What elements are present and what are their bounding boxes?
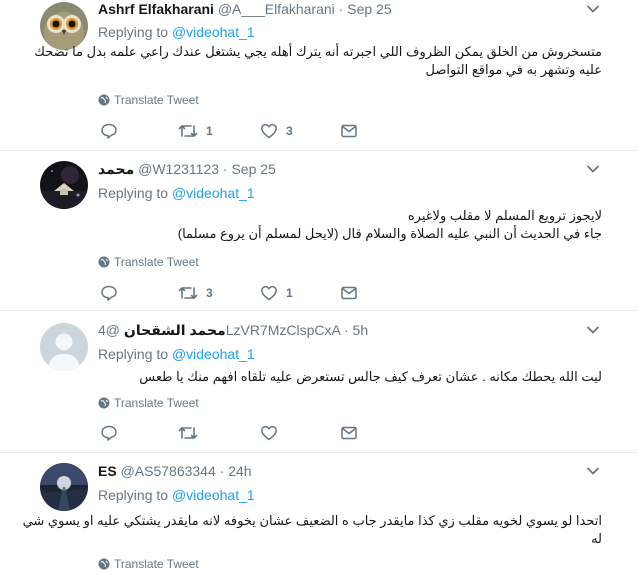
tweet-text-line: له	[591, 531, 602, 546]
timestamp[interactable]: 5h	[353, 322, 369, 338]
separator: ·	[222, 161, 228, 177]
like-button[interactable]	[260, 423, 286, 443]
tweet-header: محمد الشقحان @4LzVR7MzClspCxA · 5h	[98, 321, 368, 339]
translate-label[interactable]: Translate Tweet	[114, 556, 199, 571]
replying-label: Replying to	[98, 346, 169, 362]
tweet-text-line: متسخروش من الخلق يمكن الظروف اللي اجبرته…	[34, 44, 602, 59]
replying-to: Replying to @videohat_1	[98, 184, 255, 202]
retweet-button[interactable]: 1	[178, 121, 213, 141]
tweet[interactable]: ES @AS57863344 · 24h Replying to @videoh…	[0, 453, 638, 571]
tweet[interactable]: محمد @W1231123 · Sep 25 Replying to @vid…	[0, 151, 638, 311]
tweet-actions	[98, 423, 368, 443]
retweet-button[interactable]: 3	[178, 283, 213, 303]
translate-label[interactable]: Translate Tweet	[114, 254, 199, 270]
translate-label[interactable]: Translate Tweet	[114, 395, 199, 411]
tweet-header: محمد @W1231123 · Sep 25	[98, 160, 276, 178]
like-button[interactable]: 1	[260, 283, 293, 303]
reply-icon	[101, 285, 117, 301]
translate-tweet[interactable]: Translate Tweet	[98, 254, 199, 270]
envelope-icon	[341, 124, 357, 138]
reply-button[interactable]	[100, 283, 126, 303]
retweet-count: 1	[206, 124, 213, 138]
replying-to: Replying to @videohat_1	[98, 345, 255, 363]
like-count: 3	[286, 124, 293, 138]
night-avatar[interactable]	[40, 161, 88, 209]
reply-button[interactable]	[100, 121, 126, 141]
replying-to: Replying to @videohat_1	[98, 486, 255, 504]
replying-label: Replying to	[98, 24, 169, 40]
direct-message-button[interactable]	[340, 121, 358, 141]
display-name[interactable]: Ashrf Elfakharani	[98, 1, 214, 17]
timestamp[interactable]: 24h	[228, 463, 251, 479]
separator: ·	[219, 463, 225, 479]
like-button[interactable]: 3	[260, 121, 293, 141]
tweet-text-line: اتحدا لو يسوي لخويه مقلب زي كذا مايقدر ج…	[22, 513, 602, 528]
reply-icon	[101, 123, 117, 139]
separator: ·	[343, 322, 349, 338]
tweet-text-line: لايجوز ترويع المسلم لا مقلب ولاغيره	[407, 208, 602, 223]
translate-tweet[interactable]: Translate Tweet	[98, 556, 199, 571]
retweet-icon	[178, 125, 198, 137]
road-avatar[interactable]	[40, 463, 88, 511]
display-name[interactable]: محمد	[98, 161, 134, 177]
translate-tweet[interactable]: Translate Tweet	[98, 395, 199, 411]
timestamp[interactable]: Sep 25	[231, 161, 275, 177]
heart-icon	[261, 425, 277, 441]
retweet-icon	[178, 427, 198, 439]
reply-icon	[101, 425, 117, 441]
user-handle[interactable]: @A___Elfakharani	[218, 1, 335, 17]
tweet-actions: 1 3	[98, 121, 368, 141]
chevron-down-icon[interactable]	[584, 160, 602, 178]
tweet-text: متسخروش من الخلق يمكن الظروف اللي اجبرته…	[34, 43, 602, 79]
tweet-text: اتحدا لو يسوي لخويه مقلب زي كذا مايقدر ج…	[22, 512, 602, 548]
separator: ·	[338, 1, 344, 17]
timestamp[interactable]: Sep 25	[347, 1, 391, 17]
chevron-down-icon[interactable]	[584, 462, 602, 480]
replying-label: Replying to	[98, 487, 169, 503]
tweet[interactable]: Ashrf Elfakharani @A___Elfakharani · Sep…	[0, 0, 638, 151]
tweet-text: ليت الله يحطك مكانه . عشان تعرف كيف جالس…	[98, 368, 602, 386]
direct-message-button[interactable]	[340, 283, 358, 303]
replying-to-link[interactable]: @videohat_1	[172, 185, 255, 201]
heart-icon	[261, 123, 277, 139]
globe-icon	[98, 397, 110, 409]
replying-to-link[interactable]: @videohat_1	[172, 346, 255, 362]
user-handle[interactable]: @AS57863344	[121, 463, 216, 479]
globe-icon	[98, 256, 110, 268]
replying-to-link[interactable]: @videohat_1	[172, 24, 255, 40]
tweet-header: ES @AS57863344 · 24h	[98, 462, 252, 480]
tweet-text-line: ليت الله يحطك مكانه . عشان تعرف كيف جالس…	[139, 369, 602, 384]
display-name[interactable]: محمد الشقحان	[124, 322, 226, 338]
default-avatar[interactable]	[40, 323, 88, 371]
globe-icon	[98, 558, 110, 570]
reply-feed: Ashrf Elfakharani @A___Elfakharani · Sep…	[0, 0, 638, 571]
replying-to-link[interactable]: @videohat_1	[172, 487, 255, 503]
heart-icon	[261, 285, 277, 301]
retweet-icon	[178, 287, 198, 299]
tweet-text-line: جاء في الحديث أن النبي عليه الصلاة والسل…	[177, 226, 602, 241]
tweet-header: Ashrf Elfakharani @A___Elfakharani · Sep…	[98, 0, 392, 18]
retweet-count: 3	[206, 286, 213, 300]
tweet-text-line: عليه وتشهر به في مواقع التواصل	[425, 62, 602, 77]
retweet-button[interactable]	[178, 423, 206, 443]
translate-label[interactable]: Translate Tweet	[114, 92, 199, 108]
tweet[interactable]: محمد الشقحان @4LzVR7MzClspCxA · 5h Reply…	[0, 311, 638, 453]
envelope-icon	[341, 286, 357, 300]
chevron-down-icon[interactable]	[584, 321, 602, 339]
tweet-text: لايجوز ترويع المسلم لا مقلب ولاغيره جاء …	[98, 207, 602, 243]
direct-message-button[interactable]	[340, 423, 358, 443]
translate-tweet[interactable]: Translate Tweet	[98, 92, 199, 108]
envelope-icon	[341, 426, 357, 440]
tweet-actions: 3 1	[98, 283, 368, 303]
like-count: 1	[286, 286, 293, 300]
globe-icon	[98, 94, 110, 106]
reply-button[interactable]	[100, 423, 126, 443]
display-name[interactable]: ES	[98, 463, 117, 479]
replying-to: Replying to @videohat_1	[98, 23, 255, 41]
chevron-down-icon[interactable]	[584, 0, 602, 18]
user-handle[interactable]: @W1231123	[138, 161, 219, 177]
replying-label: Replying to	[98, 185, 169, 201]
